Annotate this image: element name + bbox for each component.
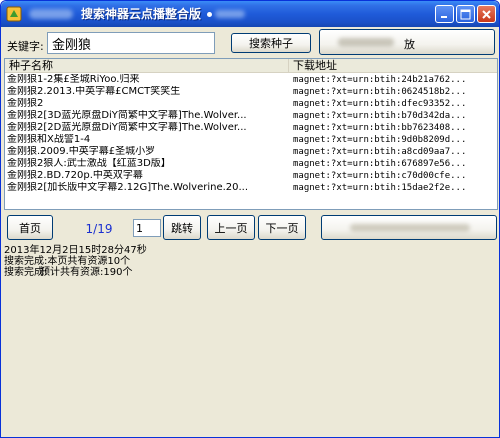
row-name: 金刚狼2 [7,98,44,109]
blurred-button-text [350,224,470,232]
title-bar[interactable]: 搜索神器云点播整合版 [1,1,499,27]
play-button-label: 放 [404,38,415,51]
list-row[interactable]: 金刚狼和X战警1-4 magnet:?xt=urn:btih:9d0b8209d.… [5,134,497,146]
row-name: 金刚狼1-2集£圣城RiYoo.归来 [7,74,140,85]
column-header-link[interactable]: 下载地址 [289,59,497,73]
row-link: magnet:?xt=urn:btih:dfec93352... [293,99,467,109]
first-page-label: 首页 [19,221,41,235]
prev-page-label: 上一页 [214,221,248,235]
row-link: magnet:?xt=urn:btih:b70d342da... [293,111,467,121]
list-row[interactable]: 金刚狼2.BD.720p.中英双字幕 magnet:?xt=urn:btih:c7… [5,170,497,182]
jump-label: 跳转 [171,221,193,235]
close-icon [482,9,491,19]
row-name: 金刚狼.2009.中英字幕£圣城小罗 [7,146,156,157]
status-log: 2013年12月2日15时28分47秒 搜索完成:本页共有资源10个 搜索完成:… [4,245,498,435]
app-window: 搜索神器云点播整合版 关键字: 搜索种子 放 种子名称 下载地址 金刚狼1-2集… [0,0,500,438]
row-link: magnet:?xt=urn:btih:9d0b8209d... [293,135,467,145]
extra-action-button[interactable] [321,215,497,240]
minimize-icon [441,15,447,18]
log-page-count: 搜索完成:本页共有资源10个 [4,256,131,267]
row-link: magnet:?xt=urn:btih:a8cd09aa7... [293,147,467,157]
jump-button[interactable]: 跳转 [163,215,201,240]
log-total-count: 预计共有资源:190个 [40,267,133,278]
page-number-input[interactable] [133,219,161,237]
row-name: 金刚狼2[2D蓝光原盘DiY简繁中文字幕]The.Wolver... [7,122,247,133]
row-name: 金刚狼2[加长版中文字幕2.12G]The.Wolverine.20... [7,182,249,193]
list-body: 金刚狼1-2集£圣城RiYoo.归来 magnet:?xt=urn:btih:24… [5,74,497,194]
minimize-button[interactable] [435,5,454,23]
next-page-label: 下一页 [265,221,299,235]
title-dot-icon [207,12,212,17]
play-button[interactable]: 放 [319,29,495,55]
row-link: magnet:?xt=urn:btih:24b21a762... [293,75,467,85]
row-link: magnet:?xt=urn:btih:676897e56... [293,159,467,169]
row-name: 金刚狼2狼人:武士激战【红蓝3D版】 [7,158,171,169]
row-name: 金刚狼2.BD.720p.中英双字幕 [7,170,143,181]
list-row[interactable]: 金刚狼2[加长版中文字幕2.12G]The.Wolverine.20... mag… [5,182,497,194]
next-page-button[interactable]: 下一页 [258,215,306,240]
search-seed-button[interactable]: 搜索种子 [231,33,311,53]
keyword-input[interactable] [47,32,215,54]
maximize-icon [460,9,471,19]
row-name: 金刚狼和X战警1-4 [7,134,91,145]
list-row[interactable]: 金刚狼2.2013.中英字幕£CMCT笑笑生 magnet:?xt=urn:bti… [5,86,497,98]
row-link: magnet:?xt=urn:btih:0624518b2... [293,87,467,97]
list-row[interactable]: 金刚狼2[3D蓝光原盘DiY简繁中文字幕]The.Wolver... magnet… [5,110,497,122]
list-row[interactable]: 金刚狼1-2集£圣城RiYoo.归来 magnet:?xt=urn:btih:24… [5,74,497,86]
log-timestamp: 2013年12月2日15时28分47秒 [4,245,147,256]
list-row[interactable]: 金刚狼2[2D蓝光原盘DiY简繁中文字幕]The.Wolver... magnet… [5,122,497,134]
first-page-button[interactable]: 首页 [7,215,53,240]
page-indicator: 1/19 [85,222,113,236]
row-link: magnet:?xt=urn:btih:15dae2f2e... [293,183,467,193]
list-row[interactable]: 金刚狼2狼人:武士激战【红蓝3D版】 magnet:?xt=urn:btih:67… [5,158,497,170]
list-row[interactable]: 金刚狼.2009.中英字幕£圣城小罗 magnet:?xt=urn:btih:a8… [5,146,497,158]
blurred-title-suffix [215,10,245,18]
app-icon [6,6,22,22]
results-list[interactable]: 种子名称 下载地址 金刚狼1-2集£圣城RiYoo.归来 magnet:?xt=u… [4,58,498,210]
column-header-name[interactable]: 种子名称 [5,59,289,73]
search-seed-label: 搜索种子 [249,37,293,50]
maximize-button[interactable] [456,5,475,23]
row-link: magnet:?xt=urn:btih:bb7623408... [293,123,467,133]
list-header: 种子名称 下载地址 [5,59,497,73]
row-name: 金刚狼2[3D蓝光原盘DiY简繁中文字幕]The.Wolver... [7,110,247,121]
close-button[interactable] [477,5,496,23]
window-title: 搜索神器云点播整合版 [81,7,202,21]
blurred-button-text [338,38,394,47]
row-link: magnet:?xt=urn:btih:c70d00cfe... [293,171,467,181]
keyword-label: 关键字: [7,40,44,53]
row-name: 金刚狼2.2013.中英字幕£CMCT笑笑生 [7,86,181,97]
prev-page-button[interactable]: 上一页 [207,215,255,240]
list-row[interactable]: 金刚狼2 magnet:?xt=urn:btih:dfec93352... [5,98,497,110]
blurred-title-prefix [29,9,73,19]
